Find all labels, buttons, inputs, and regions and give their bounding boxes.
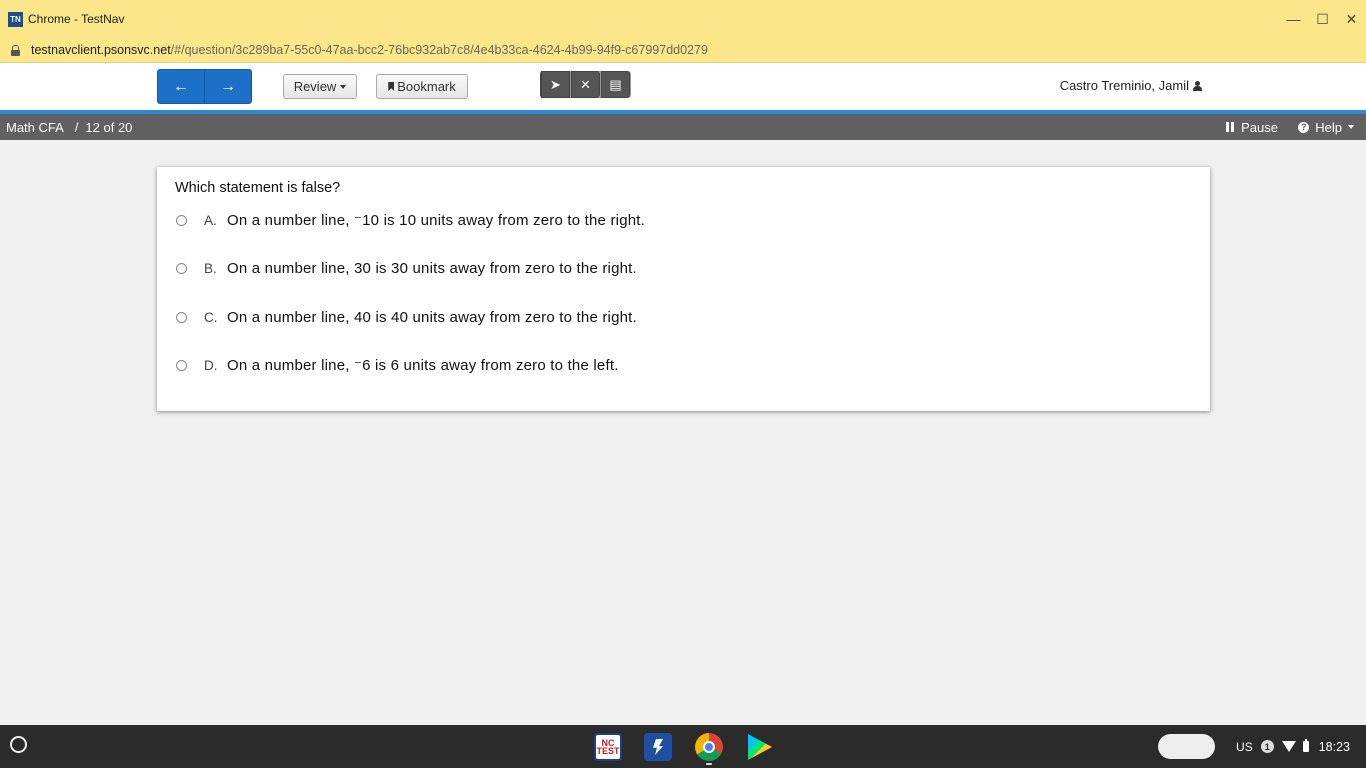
option-text: On a number line, ⁻6 is 6 units away fro…	[227, 357, 619, 374]
notepad-icon: ▤	[601, 71, 630, 98]
play-store-app-icon[interactable]	[745, 733, 773, 761]
option-text: On a number line, ⁻10 is 10 units away f…	[227, 212, 646, 229]
status-tray[interactable]: US 1 18:23	[1236, 725, 1350, 768]
os-taskbar: NC TEST US 1 18:23	[0, 725, 1366, 768]
caret-down-icon	[340, 84, 347, 89]
bookmark-label: Bookmark	[397, 79, 456, 94]
review-label: Review	[293, 79, 337, 94]
minimize-icon[interactable]: —	[1279, 0, 1308, 38]
option-letter: B.	[204, 260, 217, 276]
answer-option-b[interactable]: B. On a number line, 30 is 30 units away…	[175, 258, 637, 278]
answer-option-d[interactable]: D. On a number line, ⁻6 is 6 units away …	[175, 355, 618, 375]
window-controls: — ☐ ✕	[1279, 0, 1366, 38]
pointer-icon: ➤	[541, 71, 570, 98]
option-letter: A.	[204, 212, 217, 228]
maximize-icon[interactable]: ☐	[1308, 0, 1337, 38]
breadcrumb-separator: /	[74, 119, 79, 135]
testnav-logo-icon: TN	[8, 11, 23, 27]
arrow-left-icon: ←	[173, 77, 189, 95]
tool-group: ➤ ✕ ▤	[540, 71, 631, 98]
clock: 18:23	[1318, 739, 1350, 754]
pause-button[interactable]: Pause	[1226, 114, 1278, 140]
active-app-indicator	[706, 763, 712, 765]
review-dropdown-button[interactable]: Review	[283, 74, 357, 99]
url-text[interactable]: testnavclient.psonsvc.net/#/question/3c2…	[31, 43, 708, 57]
stylus-tools-pill[interactable]	[1158, 734, 1215, 759]
question-card: Which statement is false? A. On a number…	[157, 167, 1210, 411]
next-question-button[interactable]: →	[204, 69, 252, 104]
testnav-app-icon[interactable]	[644, 733, 672, 761]
caret-down-icon	[1348, 125, 1354, 129]
radio-button[interactable]	[176, 359, 187, 371]
pause-icon	[1226, 122, 1235, 132]
bookmark-button[interactable]: Bookmark	[376, 74, 468, 99]
option-letter: D.	[204, 357, 218, 373]
testnav-toolbar: ← → Review Bookmark ➤ ✕ ▤ Castro Tremini…	[0, 63, 1366, 110]
close-icon[interactable]: ✕	[1337, 0, 1366, 38]
window-title: Chrome - TestNav	[28, 12, 125, 26]
answer-eliminator-icon: ✕	[571, 71, 600, 98]
option-text: On a number line, 30 is 30 units away fr…	[227, 259, 637, 277]
help-icon: ?	[1298, 121, 1310, 133]
url-path: /#/question/3c289ba7-55c0-47aa-bcc2-76bc…	[170, 43, 708, 57]
lock-icon	[11, 44, 20, 56]
option-letter: C.	[204, 309, 218, 325]
option-text: On a number line, 40 is 40 units away fr…	[227, 308, 637, 326]
answer-option-a[interactable]: A. On a number line, ⁻10 is 10 units awa…	[175, 210, 645, 230]
address-bar[interactable]: testnavclient.psonsvc.net/#/question/3c2…	[0, 38, 1366, 63]
notepad-button[interactable]: ▤	[600, 71, 631, 98]
user-menu[interactable]: Castro Treminio, Jamil	[1060, 78, 1202, 93]
bookmark-icon	[388, 82, 395, 91]
radio-button[interactable]	[176, 262, 187, 274]
radio-button[interactable]	[176, 214, 187, 226]
url-host: testnavclient.psonsvc.net	[31, 43, 171, 57]
user-icon	[1193, 81, 1202, 91]
user-name: Castro Treminio, Jamil	[1059, 78, 1189, 93]
nc-test-app-icon[interactable]: NC TEST	[594, 733, 622, 761]
radio-button[interactable]	[176, 311, 187, 323]
chrome-app-icon[interactable]	[695, 733, 723, 761]
previous-question-button[interactable]: ←	[157, 69, 205, 104]
answer-eliminator-button[interactable]: ✕	[570, 71, 601, 98]
pause-label: Pause	[1241, 119, 1278, 135]
battery-icon	[1302, 739, 1309, 752]
window-title-bar: TN Chrome - TestNav — ☐ ✕	[0, 0, 1366, 38]
test-name: Math CFA	[6, 119, 64, 135]
wifi-icon	[1281, 741, 1296, 752]
question-progress: 12 of 20	[85, 119, 133, 135]
help-menu-button[interactable]: ? Help	[1298, 114, 1354, 140]
help-label: Help	[1315, 119, 1342, 135]
notification-badge: 1	[1260, 740, 1274, 753]
question-prompt: Which statement is false?	[175, 180, 341, 196]
answer-option-c[interactable]: C. On a number line, 40 is 40 units away…	[175, 307, 637, 327]
nc-test-label: NC TEST	[596, 738, 620, 756]
arrow-right-icon: →	[220, 77, 236, 95]
pointer-tool-button[interactable]: ➤	[540, 71, 571, 98]
launcher-icon[interactable]	[10, 736, 27, 753]
keyboard-layout: US	[1236, 739, 1253, 754]
test-info-bar: Math CFA / 12 of 20 Pause ? Help	[0, 114, 1366, 140]
